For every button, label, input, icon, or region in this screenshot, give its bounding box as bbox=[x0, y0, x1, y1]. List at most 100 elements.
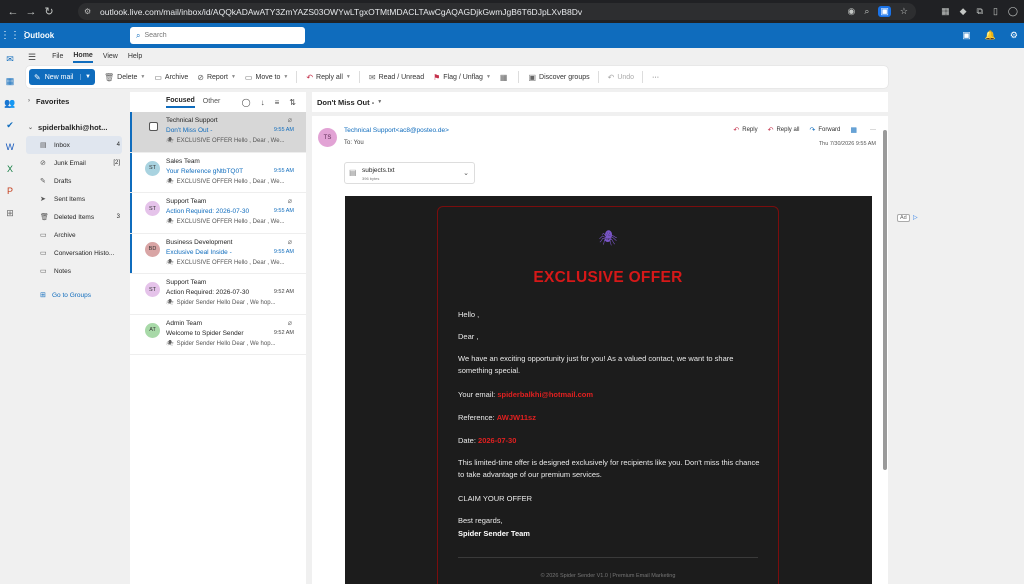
spider-icon: 🕷 bbox=[166, 138, 174, 144]
sender-name[interactable]: Technical Support<ac8@posteo.de> bbox=[344, 127, 449, 134]
discover-groups-button[interactable]: ▣ Discover groups bbox=[528, 73, 589, 82]
ad-badge[interactable]: Ad bbox=[897, 214, 910, 222]
undo-icon: ↶ bbox=[607, 72, 615, 82]
sort-icon[interactable]: ⇅ bbox=[289, 98, 296, 107]
paperclip-icon: ⌀ bbox=[287, 319, 292, 327]
conversation-title: Don't Miss Out - ▼ bbox=[312, 92, 888, 112]
ad-choices-icon[interactable]: ▷ bbox=[913, 214, 918, 221]
sidepanel-icon[interactable]: ▯ bbox=[993, 6, 998, 17]
search-box[interactable]: ⌕ bbox=[130, 27, 305, 44]
more-options-button[interactable]: ··· bbox=[870, 127, 876, 133]
chevron-down-icon[interactable]: ⌄ bbox=[463, 169, 469, 177]
tab-other[interactable]: Other bbox=[203, 98, 221, 107]
claim-offer-link[interactable]: CLAIM YOUR OFFER bbox=[458, 493, 763, 505]
message-item[interactable]: AT Admin Team ⌀ Welcome to Spider Sender… bbox=[130, 315, 306, 355]
profile-icon[interactable]: ◯ bbox=[1008, 6, 1018, 17]
select-checkbox[interactable] bbox=[149, 122, 158, 131]
excel-app-icon[interactable]: X bbox=[0, 158, 20, 180]
address-bar[interactable]: ⚙ outlook.live.com/mail/inbox/id/AQQkADA… bbox=[78, 3, 916, 20]
new-mail-label: New mail bbox=[44, 73, 74, 81]
outlook-brand[interactable]: Outlook bbox=[24, 31, 54, 40]
tab-file[interactable]: File bbox=[52, 53, 63, 62]
layout-button[interactable]: ▦ bbox=[500, 73, 511, 82]
filter-icon[interactable]: ≡ bbox=[275, 98, 280, 107]
email-value[interactable]: spiderbalkhi@hotmail.com bbox=[497, 390, 593, 399]
spider-icon: 🕷 bbox=[166, 219, 174, 225]
calendar-app-icon[interactable]: ▦ bbox=[0, 70, 20, 92]
url-text[interactable]: outlook.live.com/mail/inbox/id/AQQkADAwA… bbox=[100, 7, 582, 17]
message-item[interactable]: Technical Support ⌀ Don't Miss Out - 9:5… bbox=[130, 112, 306, 153]
folder-conversation-history[interactable]: ▭ Conversation Histo... bbox=[22, 244, 126, 262]
folder-archive[interactable]: ▭ Archive bbox=[22, 226, 126, 244]
message-preview: 🕷 EXCLUSIVE OFFER Hello , Dear , We... bbox=[166, 137, 292, 144]
flag-button[interactable]: ⚑ Flag / Unflag ▼ bbox=[433, 73, 491, 82]
preview-text: EXCLUSIVE OFFER Hello , Dear , We... bbox=[176, 259, 285, 266]
search-input[interactable] bbox=[144, 32, 285, 39]
undo-button[interactable]: ↶ Undo bbox=[608, 73, 634, 82]
chevron-down-icon[interactable]: ▼ bbox=[377, 99, 382, 105]
app-rail: ✉ ▦ 👥 ✔ W X P ⊞ bbox=[0, 48, 20, 584]
meet-now-icon[interactable]: ▣ bbox=[962, 30, 971, 41]
message-item[interactable]: ST Support Team ⌀ Action Required: 2026-… bbox=[130, 193, 306, 234]
mail-app-icon[interactable]: ✉ bbox=[0, 48, 20, 70]
bookmark-star-icon[interactable]: ☆ bbox=[900, 6, 908, 17]
jump-down-icon[interactable]: ↓ bbox=[261, 98, 265, 107]
folder-inbox[interactable]: ▤ Inbox 4 bbox=[26, 136, 122, 154]
reply-all-button[interactable]: ↶ Reply all bbox=[768, 126, 800, 134]
message-item[interactable]: BD Business Development ⌀ Exclusive Deal… bbox=[130, 233, 306, 274]
apps-icon[interactable]: ⊞ bbox=[0, 202, 20, 224]
tab-home[interactable]: Home bbox=[73, 52, 93, 63]
message-item[interactable]: ST Sales Team Your Reference gNtbTQ0T 9:… bbox=[130, 152, 306, 193]
puzzle-icon[interactable]: ⧉ bbox=[977, 6, 983, 17]
folder-junk[interactable]: ⊘ Junk Email [2] bbox=[22, 154, 126, 172]
archive-button[interactable]: ▭ Archive bbox=[154, 73, 188, 82]
folder-notes[interactable]: ▭ Notes bbox=[22, 262, 126, 280]
todo-app-icon[interactable]: ✔ bbox=[0, 114, 20, 136]
powerpoint-app-icon[interactable]: P bbox=[0, 180, 20, 202]
reply-all-button[interactable]: ↶ Reply all ▼ bbox=[306, 73, 351, 82]
people-app-icon[interactable]: 👥 bbox=[0, 92, 20, 114]
message-item[interactable]: ST Support Team Action Required: 2026-07… bbox=[130, 274, 306, 315]
extension-active-icon[interactable]: ▣ bbox=[878, 6, 891, 17]
chevron-down-icon[interactable]: ▼ bbox=[80, 74, 95, 80]
scrollbar[interactable] bbox=[883, 126, 887, 576]
favorites-header[interactable]: › Favorites bbox=[22, 92, 126, 110]
new-mail-button[interactable]: ✎ New mail ▼ bbox=[29, 69, 95, 85]
hamburger-icon[interactable]: ☰ bbox=[28, 52, 36, 63]
tab-view[interactable]: View bbox=[103, 53, 118, 62]
zoom-icon[interactable]: ⌕ bbox=[864, 6, 869, 17]
reply-icon: ↶ bbox=[733, 127, 740, 134]
delete-button[interactable]: 🗑 Delete ▼ bbox=[104, 73, 145, 82]
folder-deleted[interactable]: 🗑 Deleted Items 3 bbox=[22, 208, 126, 226]
folder-sent[interactable]: ➤ Sent Items bbox=[22, 190, 126, 208]
forward-icon[interactable]: → bbox=[22, 3, 40, 21]
site-info-icon[interactable]: ⚙ bbox=[84, 7, 94, 16]
attachment-card[interactable]: ▤ subjects.txt 396 bytes ⌄ bbox=[344, 162, 475, 184]
app-launcher-icon[interactable]: ⋮⋮⋮ bbox=[0, 30, 30, 41]
avatar[interactable]: TS bbox=[318, 128, 337, 147]
reload-icon[interactable]: ↻ bbox=[40, 3, 58, 21]
folder-drafts[interactable]: ✎ Drafts bbox=[22, 172, 126, 190]
reference-line: Reference: AWJW11sz bbox=[458, 412, 763, 424]
more-actions-button[interactable]: ··· bbox=[652, 74, 659, 81]
tab-help[interactable]: Help bbox=[128, 53, 142, 62]
reply-button[interactable]: ↶ Reply bbox=[733, 126, 757, 134]
email-line: Your email: spiderbalkhi@hotmail.com bbox=[458, 389, 763, 401]
read-unread-button[interactable]: ✉ Read / Unread bbox=[369, 73, 424, 82]
move-to-button[interactable]: ▭ Move to ▼ bbox=[245, 73, 288, 82]
scrollbar-thumb[interactable] bbox=[883, 130, 887, 470]
word-app-icon[interactable]: W bbox=[0, 136, 20, 158]
bell-icon[interactable]: 🔔 bbox=[985, 30, 996, 41]
account-header[interactable]: ⌄ spiderbalkhi@hot... bbox=[22, 118, 126, 136]
go-to-groups-link[interactable]: ⊞ Go to Groups bbox=[22, 286, 126, 304]
eye-icon[interactable]: ◉ bbox=[848, 6, 856, 17]
forward-button[interactable]: ↷ Forward bbox=[809, 126, 840, 134]
tab-focused[interactable]: Focused bbox=[166, 97, 195, 108]
extension-icon[interactable]: ▦ bbox=[941, 6, 950, 17]
shield-icon[interactable]: ◆ bbox=[960, 6, 967, 17]
layout-button[interactable]: ▦ bbox=[850, 126, 860, 134]
report-button[interactable]: ⊘ Report ▼ bbox=[197, 73, 236, 82]
gear-icon[interactable]: ⚙ bbox=[1010, 30, 1018, 41]
back-icon[interactable]: ← bbox=[4, 3, 22, 21]
select-icon[interactable]: ◯ bbox=[242, 98, 251, 107]
